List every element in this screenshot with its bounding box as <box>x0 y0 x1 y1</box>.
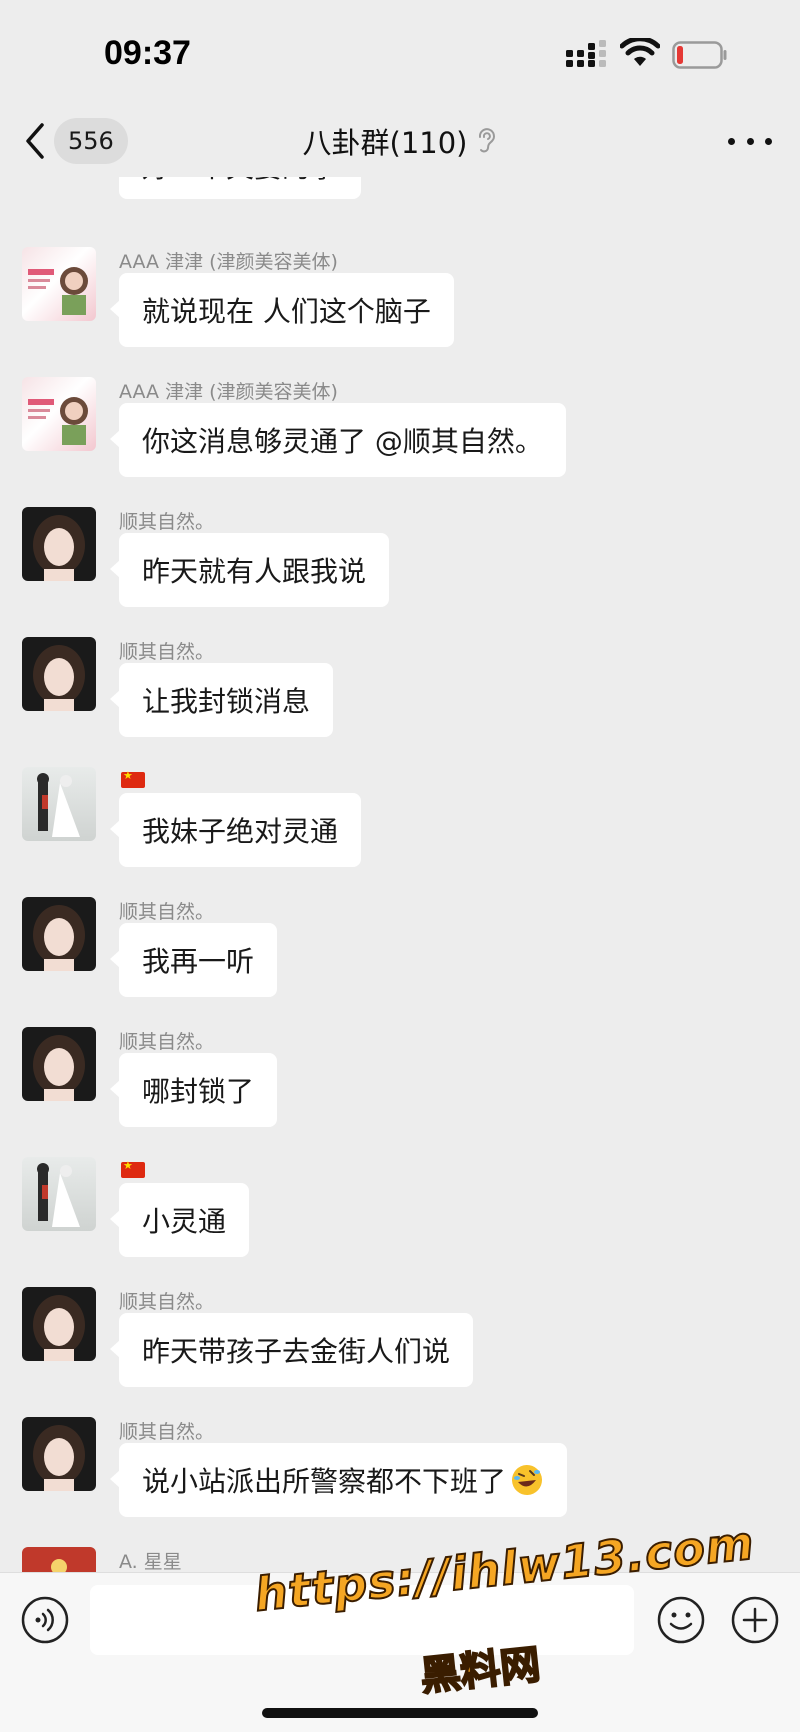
message-bubble[interactable]: 昨天带孩子去金街人们说 <box>109 1313 474 1387</box>
message-bubble[interactable]: 让我封锁消息 <box>109 663 334 737</box>
red-avatar[interactable] <box>22 1547 96 1572</box>
more-functions-plus-button[interactable] <box>730 1595 780 1645</box>
message-bubble[interactable]: 我妹子绝对灵通 <box>109 793 362 867</box>
home-indicator <box>262 1708 538 1718</box>
message-bubble[interactable]: 就说现在 人们这个脑子 <box>110 273 454 347</box>
group-title: 八卦群(110) <box>302 126 468 160</box>
battery-icon <box>672 41 727 69</box>
portrait-icon <box>33 1425 85 1491</box>
sender-name: 顺其自然。 <box>119 1421 215 1443</box>
chat-message-list[interactable]: 好一个夫妻的事 AAA 津津 (津颜美容美体) 就说现在 人们这个脑子 <box>0 177 800 1572</box>
dot-icon <box>746 137 754 145</box>
girl-avatar[interactable] <box>22 1417 96 1491</box>
dot-icon <box>728 137 735 145</box>
message-bubble[interactable]: 昨天就有人跟我说 <box>109 533 390 607</box>
girl-avatar[interactable] <box>22 1287 96 1361</box>
sender-name: 顺其自然。 <box>119 901 215 923</box>
chat-header: 556 八卦群(110) <box>0 105 800 177</box>
message-input[interactable] <box>90 1585 634 1655</box>
message-text: 说小站派出所警察都不下班了 <box>142 1465 507 1498</box>
girl-avatar[interactable] <box>22 507 96 581</box>
sender-name: 顺其自然。 <box>119 1031 215 1053</box>
message-bubble[interactable]: 我再一听 <box>109 923 278 997</box>
input-bar <box>0 1572 800 1732</box>
title-wrap: 八卦群(110) <box>0 117 800 165</box>
message-text: 小灵通 <box>142 1205 227 1238</box>
salon-avatar[interactable] <box>22 247 96 321</box>
wedding-photo-icon <box>37 773 80 837</box>
sender-name: AAA 津津 (津颜美容美体) <box>119 251 338 273</box>
sender-name: 顺其自然。 <box>119 511 215 533</box>
girl-avatar[interactable] <box>22 897 96 971</box>
portrait-icon <box>33 905 85 971</box>
message-text: 哪封锁了 <box>142 1075 255 1108</box>
message-text: 你这消息够灵通了 @顺其自然。 <box>142 425 543 458</box>
voice-input-button[interactable] <box>20 1595 70 1645</box>
more-options-button[interactable] <box>728 125 772 157</box>
portrait-icon <box>33 645 85 711</box>
status-time: 09:37 <box>104 34 191 72</box>
message-text: 就说现在 人们这个脑子 <box>142 295 431 328</box>
message-bubble[interactable]: 说小站派出所警察都不下班了 <box>109 1443 568 1517</box>
girl-avatar[interactable] <box>22 637 96 711</box>
salon-logo-icon <box>28 397 88 445</box>
message-bubble[interactable]: 哪封锁了 <box>109 1053 278 1127</box>
emoji-button[interactable] <box>656 1595 706 1645</box>
sender-name: 顺其自然。 <box>119 641 215 663</box>
message-text: 我再一听 <box>142 945 255 978</box>
message-text: 我妹子绝对灵通 <box>142 815 339 848</box>
wifi-icon <box>620 38 660 66</box>
wedding-photo-icon <box>37 1163 80 1227</box>
sender-name: A. 星星 <box>119 1551 182 1572</box>
signal-icon <box>566 40 606 67</box>
sender-name: 顺其自然。 <box>119 1291 215 1313</box>
emblem-icon <box>51 1559 67 1572</box>
status-bar: 09:37 <box>0 0 800 105</box>
couple-avatar[interactable] <box>22 767 96 841</box>
rolling-laughing-emoji-icon <box>512 1465 543 1495</box>
message-text: 好一个夫妻的事 <box>142 177 338 186</box>
sender-name: AAA 津津 (津颜美容美体) <box>119 381 338 403</box>
china-flag-icon <box>121 769 145 788</box>
portrait-icon <box>33 1035 85 1101</box>
message-bubble[interactable]: 小灵通 <box>109 1183 250 1257</box>
portrait-icon <box>33 1295 85 1361</box>
salon-logo-icon <box>28 267 88 315</box>
message-text: 昨天就有人跟我说 <box>142 555 367 588</box>
dot-icon <box>765 137 772 145</box>
message-text: 让我封锁消息 <box>142 685 311 718</box>
message-bubble[interactable]: 你这消息够灵通了 @顺其自然。 <box>110 403 566 477</box>
ear-icon <box>479 128 496 153</box>
salon-avatar[interactable] <box>22 377 96 451</box>
couple-avatar[interactable] <box>22 1157 96 1231</box>
china-flag-icon <box>121 1159 145 1178</box>
message-text: 昨天带孩子去金街人们说 <box>142 1335 451 1368</box>
portrait-icon <box>33 515 85 581</box>
girl-avatar[interactable] <box>22 1027 96 1101</box>
message-bubble[interactable]: 好一个夫妻的事 <box>119 177 362 199</box>
